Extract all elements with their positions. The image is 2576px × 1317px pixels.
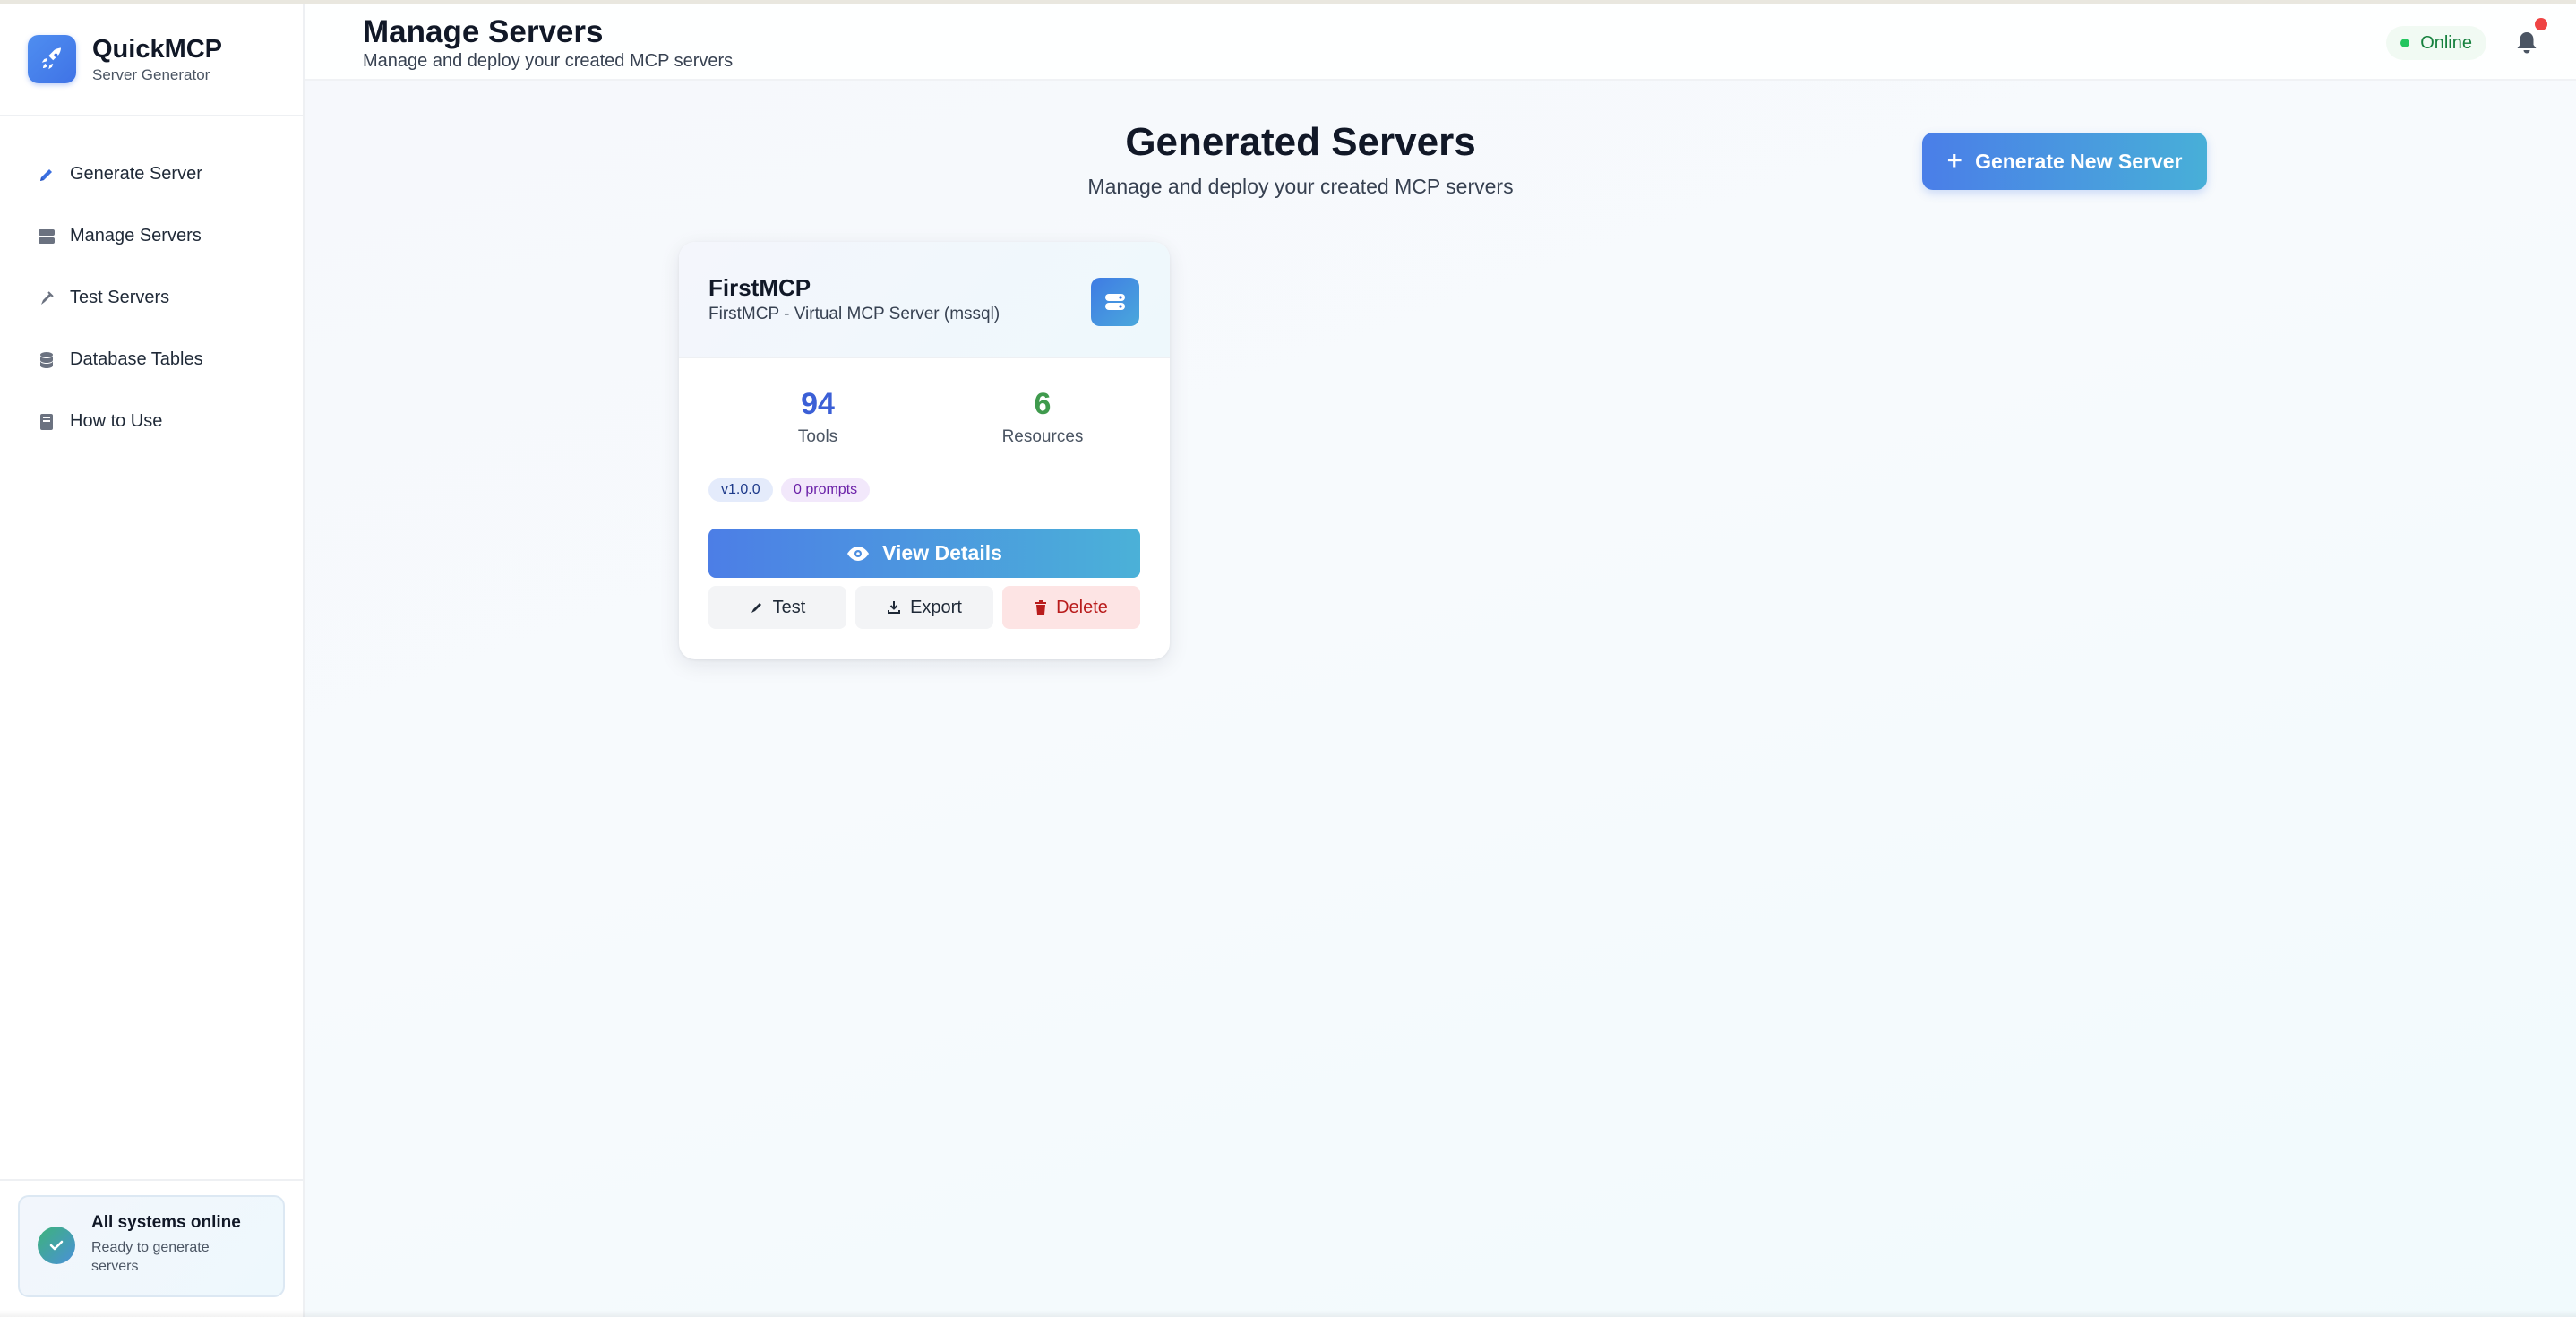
sidebar-item-database-tables[interactable]: Database Tables [0, 329, 303, 391]
resources-stat: 6 Resources [971, 387, 1114, 447]
server-icon [1091, 278, 1139, 326]
sidebar-item-how-to-use[interactable]: How to Use [0, 391, 303, 452]
online-status-label: Online [2420, 32, 2472, 53]
view-details-label: View Details [882, 541, 1002, 564]
status-title: All systems online [91, 1213, 241, 1232]
sidebar-item-label: Database Tables [70, 349, 203, 369]
plus-icon: + [1946, 146, 1963, 176]
version-badge: v1.0.0 [708, 478, 773, 502]
server-description: FirstMCP - Virtual MCP Server (mssql) [708, 305, 1000, 323]
main-content: Manage Servers Manage and deploy your cr… [305, 4, 2576, 1317]
export-label: Export [910, 597, 962, 617]
sidebar-item-manage-servers[interactable]: Manage Servers [0, 205, 303, 267]
window-bottom-edge [0, 1310, 2576, 1317]
flask-icon [36, 288, 57, 309]
download-icon [888, 601, 901, 614]
resources-label: Resources [1001, 427, 1084, 446]
bell-icon [2517, 32, 2537, 54]
sidebar-item-label: Generate Server [70, 164, 202, 184]
brand-name: QuickMCP [92, 34, 223, 64]
resources-count: 6 [1034, 387, 1052, 421]
check-icon [38, 1227, 75, 1264]
brand[interactable]: QuickMCP Server Generator [0, 4, 303, 116]
status-subtitle: Ready to generate servers [91, 1240, 210, 1274]
top-bar: Manage Servers Manage and deploy your cr… [305, 4, 2576, 81]
sidebar: QuickMCP Server Generator Generate Serve… [0, 4, 305, 1317]
system-status-card: All systems online Ready to generate ser… [18, 1195, 285, 1297]
flask-icon [751, 603, 761, 613]
test-button[interactable]: Test [708, 586, 846, 629]
pencil-icon [36, 164, 57, 185]
server-icon [36, 226, 57, 247]
rocket-icon [28, 35, 76, 83]
trash-icon [1035, 600, 1047, 615]
brand-subtitle: Server Generator [92, 65, 210, 83]
sidebar-divider [0, 1179, 303, 1181]
export-button[interactable]: Export [855, 586, 993, 629]
sidebar-item-generate-server[interactable]: Generate Server [0, 143, 303, 205]
tools-count: 94 [801, 387, 835, 421]
delete-label: Delete [1056, 597, 1108, 617]
sidebar-item-test-servers[interactable]: Test Servers [0, 267, 303, 329]
sidebar-item-label: Test Servers [70, 288, 170, 307]
book-icon [36, 411, 57, 433]
page-title: Manage Servers [363, 14, 604, 49]
server-card-header: FirstMCP FirstMCP - Virtual MCP Server (… [679, 242, 1170, 358]
page-subtitle: Manage and deploy your created MCP serve… [363, 51, 734, 71]
notification-badge [2535, 18, 2547, 30]
view-details-button[interactable]: View Details [708, 529, 1140, 578]
notifications-button[interactable] [2515, 18, 2547, 56]
status-dot-icon [2400, 39, 2410, 47]
database-icon [36, 349, 57, 371]
sidebar-item-label: How to Use [70, 411, 163, 431]
online-status-badge: Online [2386, 26, 2486, 60]
prompts-badge: 0 prompts [781, 478, 871, 502]
test-label: Test [772, 597, 806, 617]
tools-stat: 94 Tools [746, 387, 889, 447]
sidebar-nav: Generate Server Manage Servers Test Serv… [0, 143, 303, 452]
eye-icon [847, 546, 870, 561]
server-card: FirstMCP FirstMCP - Virtual MCP Server (… [679, 242, 1170, 659]
delete-button[interactable]: Delete [1002, 586, 1140, 629]
tools-label: Tools [797, 427, 838, 446]
server-name: FirstMCP [708, 274, 811, 301]
sidebar-item-label: Manage Servers [70, 226, 202, 245]
generate-new-server-button[interactable]: + Generate New Server [1922, 133, 2207, 190]
generate-new-server-label: Generate New Server [1975, 149, 2183, 173]
